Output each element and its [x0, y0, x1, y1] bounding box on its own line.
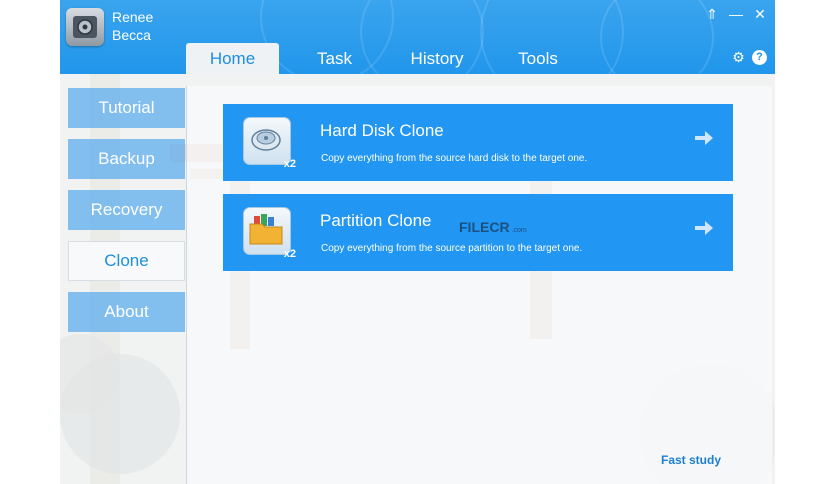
folder-icon: x2: [243, 207, 296, 260]
title-bar: Renee Becca ⇑ — ✕ Home Task History Tool…: [60, 0, 775, 74]
hard-disk-icon: x2: [243, 117, 296, 170]
app-window: Renee Becca ⇑ — ✕ Home Task History Tool…: [60, 0, 775, 484]
sidebar-item-clone[interactable]: Clone: [68, 241, 185, 281]
main-tabs: Home Task History Tools: [186, 43, 584, 74]
app-logo: [66, 8, 104, 46]
tab-history[interactable]: History: [382, 43, 492, 74]
sidebar-item-recovery[interactable]: Recovery: [68, 190, 185, 230]
safe-icon: [73, 16, 97, 38]
app-name: Renee Becca: [112, 9, 154, 43]
sidebar-item-backup[interactable]: Backup: [68, 139, 185, 179]
content-panel: x2 Hard Disk Clone Copy everything from …: [186, 86, 772, 484]
card-title: Partition Clone: [320, 211, 432, 230]
window-controls: ⇑ — ✕: [705, 6, 767, 22]
arrow-right-icon: [695, 131, 713, 145]
card-description: Copy everything from the source partitio…: [321, 243, 583, 254]
clone-badge: x2: [283, 248, 296, 260]
card-description: Copy everything from the source hard dis…: [321, 153, 588, 164]
arrow-right-icon: [695, 221, 713, 235]
tab-task[interactable]: Task: [287, 43, 382, 74]
watermark: FILECR .com: [459, 219, 527, 235]
gear-icon[interactable]: ⚙: [731, 50, 746, 65]
tool-icons: ⚙ ?: [731, 50, 767, 65]
card-title: Hard Disk Clone: [320, 121, 444, 140]
tab-home[interactable]: Home: [186, 43, 279, 74]
sidebar: Tutorial Backup Recovery Clone About: [68, 88, 185, 343]
clone-badge: x2: [283, 158, 296, 170]
minimize-button[interactable]: —: [729, 6, 743, 22]
close-button[interactable]: ✕: [753, 6, 767, 22]
sidebar-item-tutorial[interactable]: Tutorial: [68, 88, 185, 128]
tab-tools[interactable]: Tools: [492, 43, 584, 74]
help-icon[interactable]: ?: [752, 50, 767, 65]
skin-icon[interactable]: ⇑: [705, 6, 719, 22]
hard-disk-clone-card[interactable]: x2 Hard Disk Clone Copy everything from …: [223, 104, 733, 181]
sidebar-item-about[interactable]: About: [68, 292, 185, 332]
fast-study-link[interactable]: Fast study: [661, 453, 721, 467]
